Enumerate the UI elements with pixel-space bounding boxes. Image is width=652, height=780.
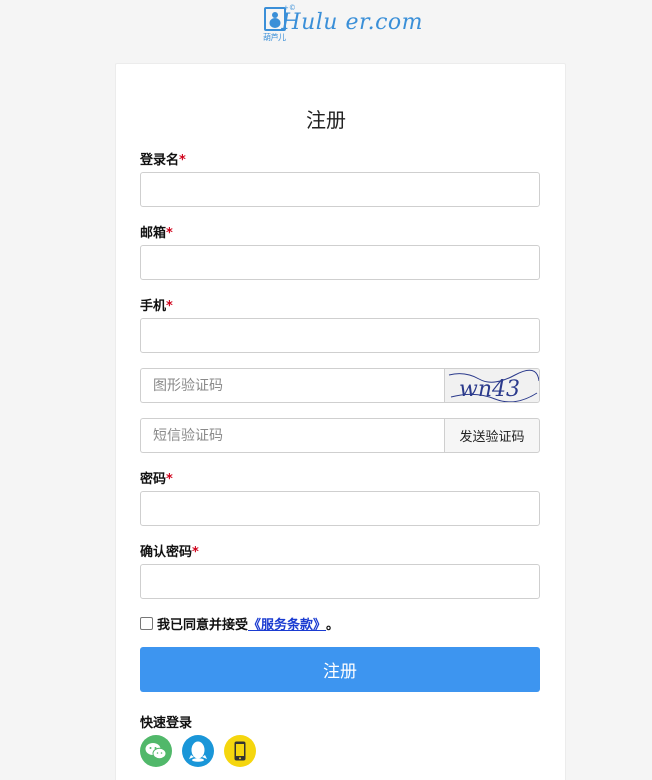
agreement-checkbox[interactable] <box>140 617 153 630</box>
terms-link[interactable]: 《服务条款》 <box>248 614 326 633</box>
agreement-suffix: 。 <box>326 618 340 633</box>
wechat-icon <box>145 743 167 760</box>
phone-login-button[interactable] <box>224 735 256 767</box>
send-code-button[interactable]: 发送验证码 <box>444 418 540 453</box>
phone-input[interactable] <box>140 318 540 353</box>
gourd-logo-icon: +© 葫芦儿 <box>263 4 296 44</box>
phone-label: 手机* <box>140 299 173 314</box>
register-button[interactable]: 注册 <box>140 647 540 692</box>
agreement-row: 我已同意并接受 《服务条款》 。 <box>140 614 339 633</box>
qq-login-button[interactable] <box>182 735 214 767</box>
quick-login-label: 快速登录 <box>140 716 193 731</box>
username-label: 登录名* <box>140 153 186 168</box>
image-captcha-group: wn43 <box>140 368 540 403</box>
sms-code-input[interactable] <box>140 418 444 453</box>
sms-code-group: 发送验证码 <box>140 418 540 453</box>
confirm-password-input[interactable] <box>140 564 540 599</box>
captcha-image[interactable]: wn43 <box>444 368 540 403</box>
agreement-text: 我已同意并接受 <box>157 618 249 633</box>
username-input[interactable] <box>140 172 540 207</box>
email-label: 邮箱* <box>140 226 173 241</box>
phone-icon <box>234 741 246 761</box>
image-captcha-input[interactable] <box>140 368 444 403</box>
password-input[interactable] <box>140 491 540 526</box>
qq-icon <box>189 741 207 762</box>
logo-superscript: +© <box>283 4 296 12</box>
page-title: 注册 <box>306 108 346 132</box>
logo-subtitle: 葫芦儿 <box>263 33 286 42</box>
logo-wordmark: Hulu er.com <box>281 10 423 35</box>
confirm-password-label: 确认密码* <box>140 545 199 560</box>
email-input[interactable] <box>140 245 540 280</box>
captcha-text: wn43 <box>459 377 520 402</box>
site-logo[interactable]: +© 葫芦儿 Hulu er.com <box>263 4 423 44</box>
password-label: 密码* <box>140 472 173 487</box>
wechat-login-button[interactable] <box>140 735 172 767</box>
